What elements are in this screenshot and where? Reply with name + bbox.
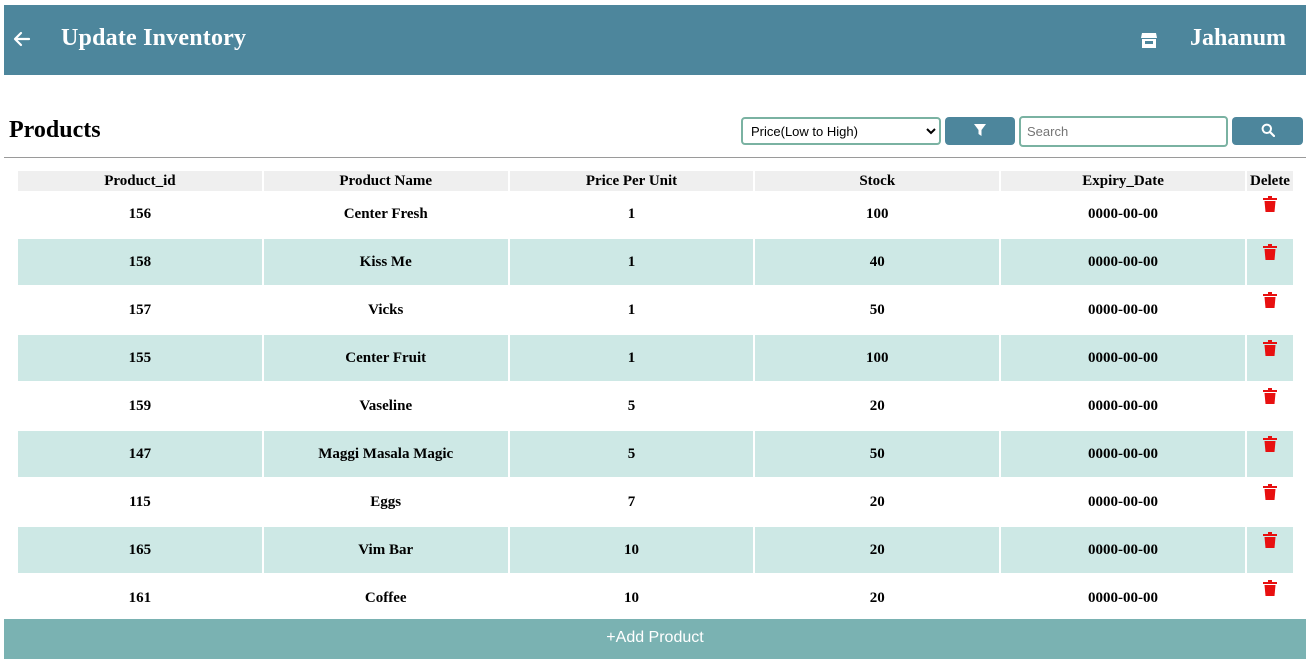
column-header[interactable]: Expiry_Date	[1001, 171, 1245, 191]
stock: 50	[755, 431, 1000, 477]
table-row: 159 Vaseline 5 20 0000-00-00	[18, 383, 1293, 429]
price-per-unit: 10	[509, 575, 754, 621]
trash-icon[interactable]	[1262, 243, 1277, 260]
table-row: 157 Vicks 1 50 0000-00-00	[18, 287, 1293, 333]
search-input[interactable]	[1019, 116, 1228, 147]
expiry-date: 0000-00-00	[1001, 527, 1245, 573]
product-id: 165	[18, 527, 262, 573]
delete-cell	[1246, 287, 1293, 333]
stock: 50	[755, 287, 1000, 333]
filter-button[interactable]	[945, 117, 1015, 145]
expiry-date: 0000-00-00	[1001, 335, 1245, 381]
trash-icon[interactable]	[1262, 531, 1277, 548]
stock: 100	[755, 191, 1000, 237]
delete-cell	[1246, 575, 1293, 621]
column-header[interactable]: Product_id	[18, 171, 262, 191]
trash-icon[interactable]	[1262, 195, 1277, 212]
stock: 20	[755, 479, 1000, 525]
trash-icon[interactable]	[1262, 339, 1277, 356]
table-row: 147 Maggi Masala Magic 5 50 0000-00-00	[18, 431, 1293, 477]
user-name: Jahanum	[1190, 25, 1287, 51]
expiry-date: 0000-00-00	[1001, 287, 1245, 333]
product-name: Eggs	[263, 479, 508, 525]
table-row: 158 Kiss Me 1 40 0000-00-00	[18, 239, 1293, 285]
section-title: Products	[9, 117, 101, 143]
table-row: 115 Eggs 7 20 0000-00-00	[18, 479, 1293, 525]
stock: 100	[755, 335, 1000, 381]
product-id: 156	[18, 191, 262, 237]
product-name: Coffee	[263, 575, 508, 621]
delete-cell	[1246, 383, 1293, 429]
price-per-unit: 5	[509, 431, 754, 477]
product-name: Center Fresh	[263, 191, 508, 237]
column-header[interactable]: Product Name	[263, 171, 508, 191]
delete-cell	[1246, 191, 1293, 237]
product-name: Vim Bar	[263, 527, 508, 573]
expiry-date: 0000-00-00	[1001, 479, 1245, 525]
table-row: 156 Center Fresh 1 100 0000-00-00	[18, 191, 1293, 237]
delete-cell	[1246, 431, 1293, 477]
expiry-date: 0000-00-00	[1001, 575, 1245, 621]
table-row: 165 Vim Bar 10 20 0000-00-00	[18, 527, 1293, 573]
delete-cell	[1246, 527, 1293, 573]
trash-icon[interactable]	[1262, 483, 1277, 500]
price-per-unit: 1	[509, 287, 754, 333]
stock: 20	[755, 527, 1000, 573]
expiry-date: 0000-00-00	[1001, 239, 1245, 285]
table-row: 155 Center Fruit 1 100 0000-00-00	[18, 335, 1293, 381]
trash-icon[interactable]	[1262, 387, 1277, 404]
product-name: Vicks	[263, 287, 508, 333]
search-button[interactable]	[1232, 117, 1303, 145]
price-per-unit: 1	[509, 191, 754, 237]
page-title: Update Inventory	[61, 25, 247, 51]
store-icon	[1141, 33, 1157, 48]
product-id: 159	[18, 383, 262, 429]
column-header[interactable]: Stock	[755, 171, 1000, 191]
column-header[interactable]: Delete	[1246, 171, 1293, 191]
top-header: Update Inventory Jahanum	[4, 5, 1306, 75]
column-header[interactable]: Price Per Unit	[509, 171, 754, 191]
product-id: 115	[18, 479, 262, 525]
price-per-unit: 1	[509, 335, 754, 381]
price-per-unit: 10	[509, 527, 754, 573]
expiry-date: 0000-00-00	[1001, 431, 1245, 477]
arrow-left-icon[interactable]	[12, 29, 32, 49]
stock: 20	[755, 383, 1000, 429]
delete-cell	[1246, 479, 1293, 525]
expiry-date: 0000-00-00	[1001, 191, 1245, 237]
table-row: 161 Coffee 10 20 0000-00-00	[18, 575, 1293, 621]
stock: 40	[755, 239, 1000, 285]
product-id: 158	[18, 239, 262, 285]
expiry-date: 0000-00-00	[1001, 383, 1245, 429]
product-id: 157	[18, 287, 262, 333]
table-header-row: Product_id Product Name Price Per Unit S…	[18, 171, 1293, 191]
delete-cell	[1246, 239, 1293, 285]
product-id: 147	[18, 431, 262, 477]
price-per-unit: 5	[509, 383, 754, 429]
trash-icon[interactable]	[1262, 579, 1277, 596]
add-product-button[interactable]: +Add Product	[4, 619, 1306, 659]
trash-icon[interactable]	[1262, 435, 1277, 452]
products-table: Product_id Product Name Price Per Unit S…	[16, 171, 1295, 621]
app-frame: Update Inventory Jahanum Products Price(…	[4, 5, 1306, 659]
price-per-unit: 7	[509, 479, 754, 525]
product-id: 155	[18, 335, 262, 381]
product-name: Center Fruit	[263, 335, 508, 381]
search-icon	[1261, 123, 1275, 137]
product-name: Vaseline	[263, 383, 508, 429]
sort-select[interactable]: Price(Low to High)	[741, 117, 941, 145]
product-name: Maggi Masala Magic	[263, 431, 508, 477]
filter-icon	[974, 123, 986, 136]
divider	[4, 157, 1306, 158]
product-id: 161	[18, 575, 262, 621]
price-per-unit: 1	[509, 239, 754, 285]
stock: 20	[755, 575, 1000, 621]
delete-cell	[1246, 335, 1293, 381]
product-name: Kiss Me	[263, 239, 508, 285]
trash-icon[interactable]	[1262, 291, 1277, 308]
